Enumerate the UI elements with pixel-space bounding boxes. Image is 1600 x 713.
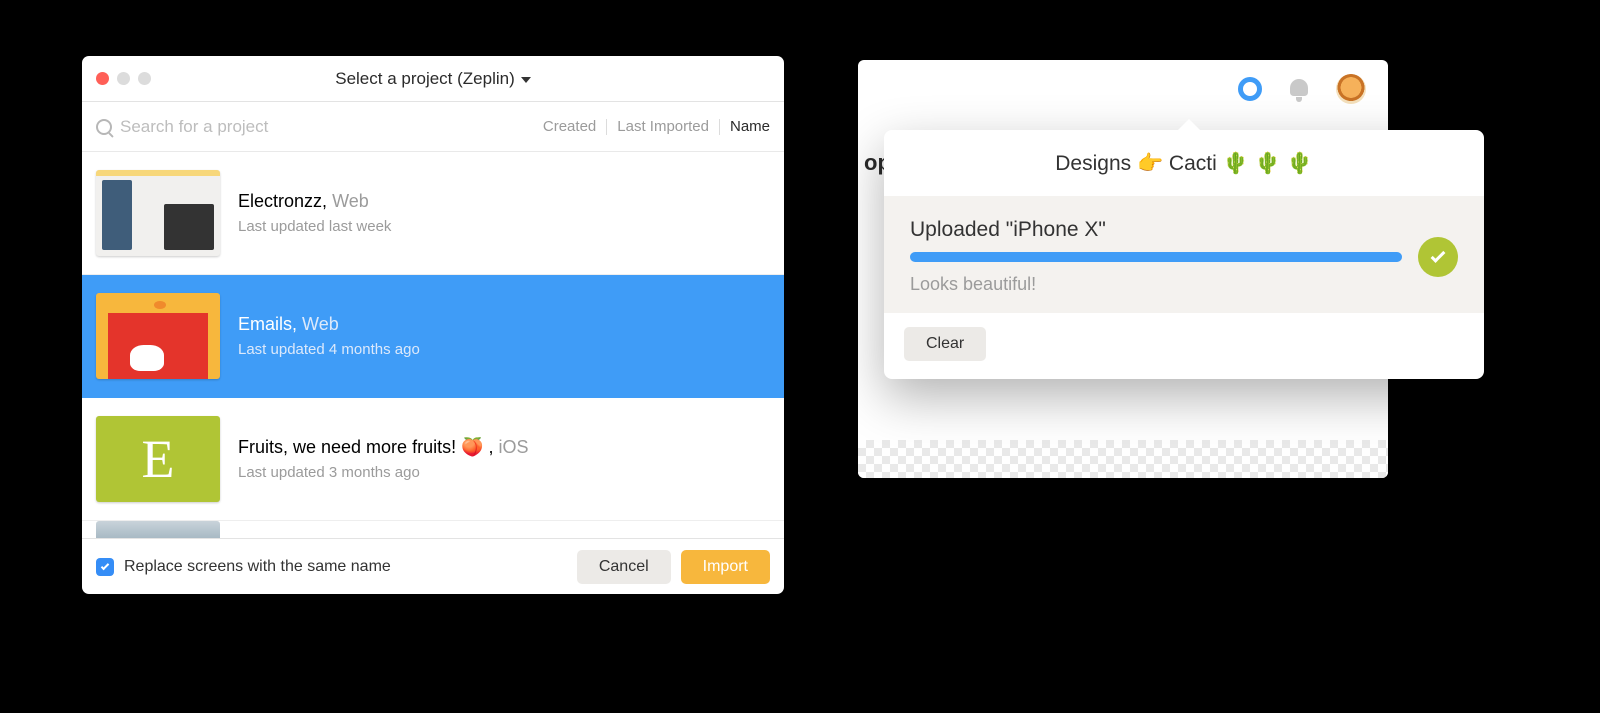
import-button[interactable]: Import (681, 550, 770, 584)
window-controls (82, 72, 151, 85)
popover-title: Designs 👉 Cacti 🌵 🌵 🌵 (884, 130, 1484, 196)
progress-bar (910, 252, 1402, 262)
upload-subtitle: Looks beautiful! (910, 274, 1402, 295)
canvas-checker (858, 440, 1388, 478)
project-row-partial[interactable] (82, 521, 784, 538)
popover-body: Uploaded "iPhone X" Looks beautiful! (884, 196, 1484, 313)
project-list: Electronzz, Web Last updated last week E… (82, 152, 784, 538)
divider (606, 119, 607, 135)
search-input[interactable] (120, 117, 380, 137)
minimize-icon[interactable] (117, 72, 130, 85)
project-select-window: Select a project (Zeplin) Created Last I… (82, 56, 784, 594)
sort-name[interactable]: Name (730, 118, 770, 135)
search-icon (96, 119, 112, 135)
search-wrap (96, 117, 533, 137)
chevron-down-icon (521, 77, 531, 83)
uploads-popover: Designs 👉 Cacti 🌵 🌵 🌵 Uploaded "iPhone X… (884, 130, 1484, 379)
sort-last-imported[interactable]: Last Imported (617, 118, 709, 135)
divider (719, 119, 720, 135)
titlebar: Select a project (Zeplin) (82, 56, 784, 102)
project-subtitle: Last updated last week (238, 218, 391, 235)
clear-button[interactable]: Clear (904, 327, 986, 361)
project-info: Electronzz, Web Last updated last week (238, 191, 391, 235)
cancel-button[interactable]: Cancel (577, 550, 671, 584)
project-thumbnail (96, 293, 220, 379)
window-title-dropdown[interactable]: Select a project (Zeplin) (82, 69, 784, 89)
check-icon (1431, 248, 1446, 263)
project-info: Fruits, we need more fruits! 🍑 , iOS Las… (238, 437, 529, 481)
window-title: Select a project (Zeplin) (335, 69, 515, 89)
project-row-selected[interactable]: Emails, Web Last updated 4 months ago (82, 275, 784, 398)
sort-created[interactable]: Created (543, 118, 596, 135)
project-title: Emails, Web (238, 314, 420, 335)
project-title: Electronzz, Web (238, 191, 391, 212)
project-title: Fruits, we need more fruits! 🍑 , iOS (238, 437, 529, 458)
upload-title: Uploaded "iPhone X" (910, 218, 1402, 242)
upload-item: Uploaded "iPhone X" Looks beautiful! (910, 218, 1458, 295)
project-row[interactable]: E Fruits, we need more fruits! 🍑 , iOS L… (82, 398, 784, 521)
project-thumbnail (96, 170, 220, 256)
avatar[interactable] (1336, 74, 1366, 104)
replace-checkbox[interactable] (96, 558, 114, 576)
app-header (858, 60, 1388, 118)
partial-text: op (858, 150, 886, 184)
project-subtitle: Last updated 3 months ago (238, 464, 529, 481)
project-thumbnail: E (96, 416, 220, 502)
upload-main: Uploaded "iPhone X" Looks beautiful! (910, 218, 1402, 295)
replace-label: Replace screens with the same name (124, 558, 391, 576)
sort-controls: Created Last Imported Name (543, 118, 770, 135)
close-icon[interactable] (96, 72, 109, 85)
toolbar: Created Last Imported Name (82, 102, 784, 152)
project-row[interactable]: Electronzz, Web Last updated last week (82, 152, 784, 275)
footer: Replace screens with the same name Cance… (82, 538, 784, 594)
bell-icon[interactable] (1288, 78, 1310, 100)
project-thumbnail (96, 521, 220, 538)
uploads-icon[interactable] (1238, 77, 1262, 101)
maximize-icon[interactable] (138, 72, 151, 85)
check-icon (101, 561, 109, 569)
project-subtitle: Last updated 4 months ago (238, 341, 420, 358)
success-badge (1418, 237, 1458, 277)
project-info: Emails, Web Last updated 4 months ago (238, 314, 420, 358)
popover-footer: Clear (884, 313, 1484, 379)
